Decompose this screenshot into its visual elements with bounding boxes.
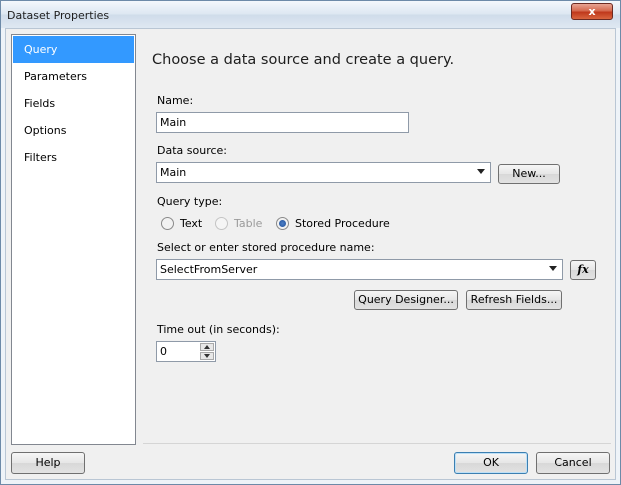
radio-text[interactable] xyxy=(161,217,174,230)
stored-procedure-label: Select or enter stored procedure name: xyxy=(157,241,375,254)
name-label: Name: xyxy=(157,94,194,107)
new-datasource-button[interactable]: New... xyxy=(498,164,560,184)
radio-text-label[interactable]: Text xyxy=(180,217,202,230)
nav-item-parameters[interactable]: Parameters xyxy=(13,63,134,90)
window-title: Dataset Properties xyxy=(7,9,110,22)
stored-procedure-combo[interactable]: SelectFromServer xyxy=(156,259,563,280)
dropdown-arrow-icon[interactable] xyxy=(549,266,557,271)
timeout-value: 0 xyxy=(160,345,167,358)
spin-down-icon[interactable] xyxy=(200,352,214,360)
cancel-button[interactable]: Cancel xyxy=(536,452,610,474)
spin-up-icon[interactable] xyxy=(200,343,214,351)
query-designer-button[interactable]: Query Designer... xyxy=(354,290,458,310)
ok-button[interactable]: OK xyxy=(454,452,528,474)
datasource-label: Data source: xyxy=(157,144,227,157)
nav-item-options[interactable]: Options xyxy=(13,117,134,144)
radio-stored-procedure[interactable] xyxy=(276,217,289,230)
query-type-label: Query type: xyxy=(157,195,223,208)
radio-table-label: Table xyxy=(234,217,263,230)
nav-item-query[interactable]: Query xyxy=(13,36,134,63)
stored-procedure-value: SelectFromServer xyxy=(160,263,258,276)
page-heading: Choose a data source and create a query. xyxy=(152,52,455,68)
refresh-fields-button[interactable]: Refresh Fields... xyxy=(466,290,562,310)
nav-item-fields[interactable]: Fields xyxy=(13,90,134,117)
nav-item-filters[interactable]: Filters xyxy=(13,144,134,171)
radio-stored-procedure-label[interactable]: Stored Procedure xyxy=(295,217,390,230)
datasource-combo[interactable]: Main xyxy=(156,162,491,183)
expression-fx-button[interactable]: fx xyxy=(570,260,596,280)
close-button[interactable]: x xyxy=(571,3,613,20)
name-field[interactable]: Main xyxy=(156,112,409,133)
timeout-label: Time out (in seconds): xyxy=(157,323,280,336)
page-list: Query Parameters Fields Options Filters xyxy=(11,34,136,445)
datasource-value: Main xyxy=(160,166,187,179)
timeout-spinbox[interactable]: 0 xyxy=(156,341,216,362)
footer-divider xyxy=(143,443,611,444)
help-button[interactable]: Help xyxy=(11,452,85,474)
radio-table xyxy=(215,217,228,230)
dropdown-arrow-icon[interactable] xyxy=(477,169,485,174)
